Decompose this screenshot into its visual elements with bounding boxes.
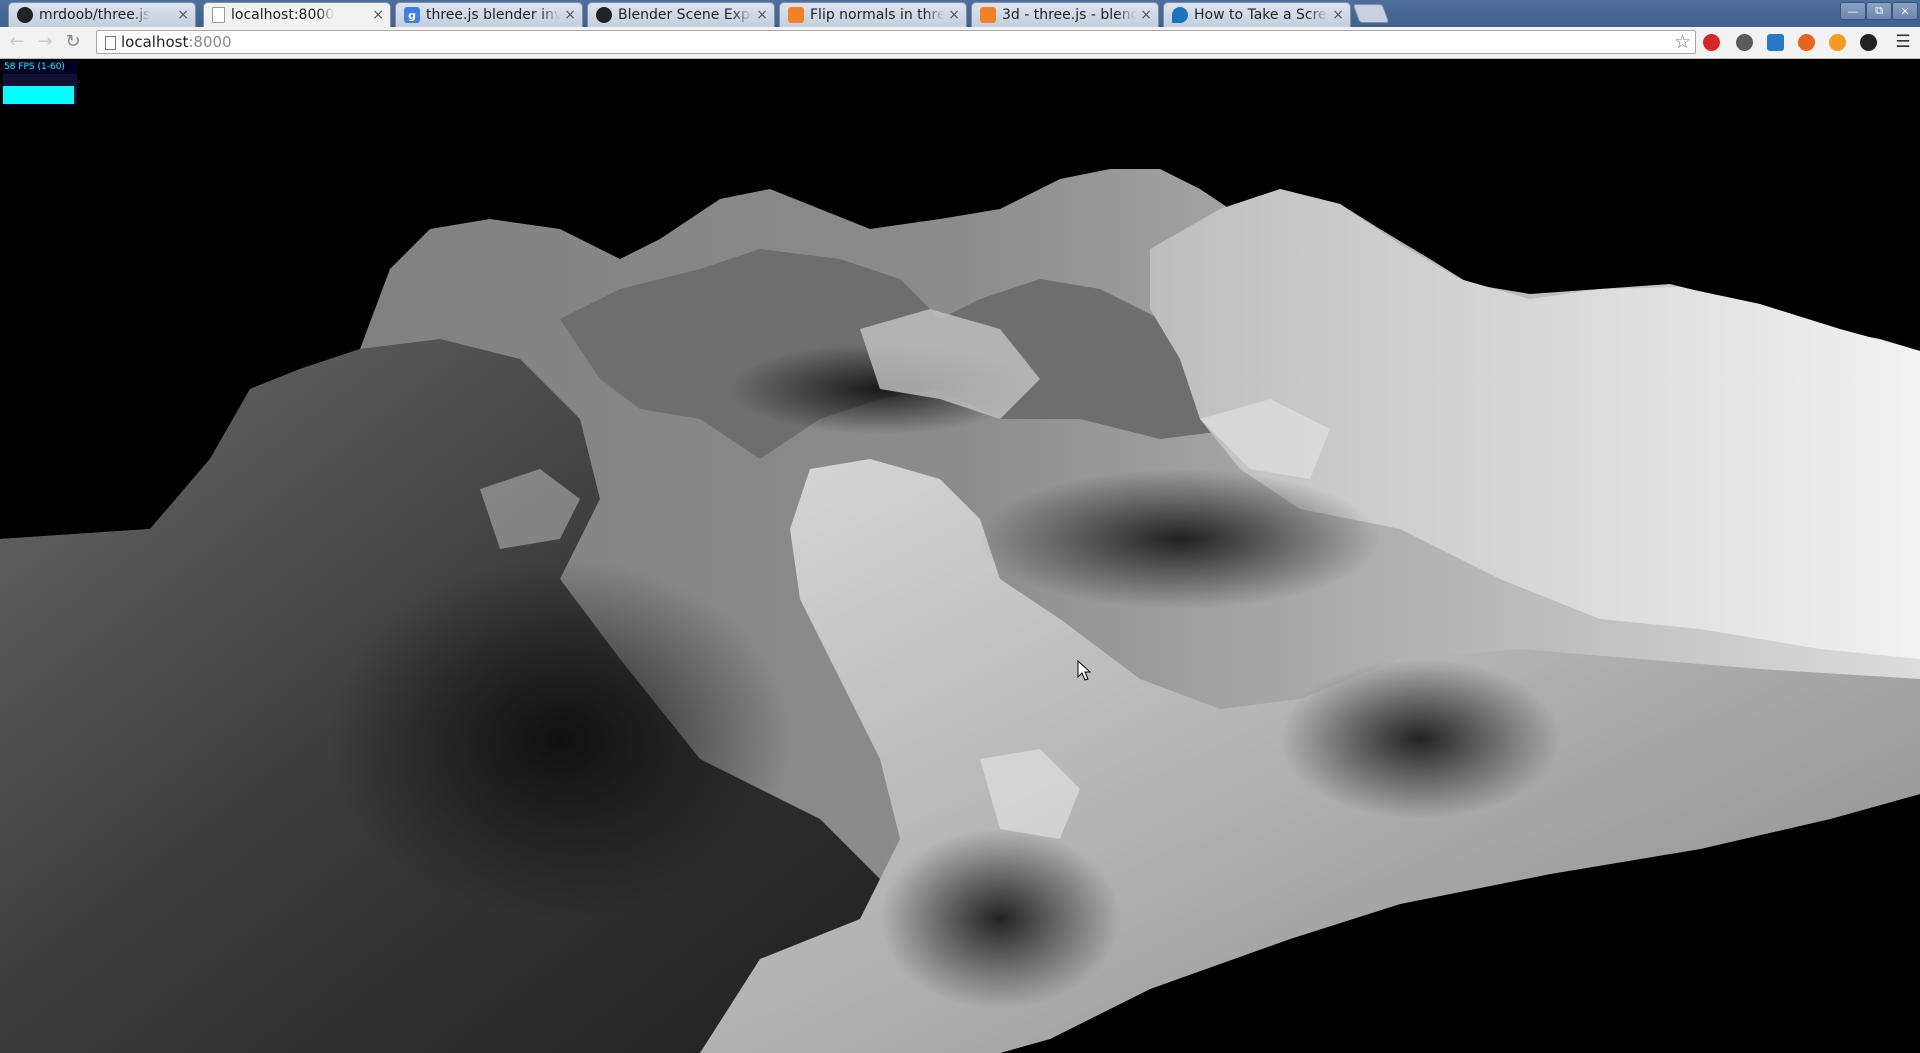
close-icon[interactable]: × bbox=[756, 7, 768, 23]
stackoverflow-icon bbox=[788, 7, 804, 23]
address-bar[interactable]: localhost:8000 ☆ bbox=[96, 30, 1696, 54]
tab-strip: mrdoob/three.js × localhost:8000 × g thr… bbox=[0, 0, 1920, 27]
tab-localhost[interactable]: localhost:8000 × bbox=[203, 2, 391, 27]
minimize-icon: — bbox=[1847, 4, 1859, 18]
close-icon[interactable]: × bbox=[1140, 7, 1152, 23]
url-host: localhost bbox=[121, 33, 189, 51]
github-icon bbox=[596, 7, 612, 23]
tab-label: Blender Scene Exporte bbox=[618, 7, 752, 23]
tab-label: three.js blender inverte bbox=[426, 7, 560, 23]
forward-arrow-icon: → bbox=[37, 31, 53, 52]
google-icon: g bbox=[404, 7, 420, 23]
tab-mrdoob-threejs[interactable]: mrdoob/three.js × bbox=[8, 2, 196, 27]
minimize-button[interactable]: — bbox=[1840, 2, 1866, 20]
tab-3d-threejs-blender[interactable]: 3d - three.js - blender × bbox=[971, 2, 1159, 27]
extension-blue-icon[interactable] bbox=[1767, 34, 1784, 51]
tab-label: Flip normals in three.js bbox=[810, 7, 944, 23]
reload-icon: ↻ bbox=[65, 31, 81, 52]
close-icon: ✕ bbox=[1900, 4, 1910, 18]
adblock-icon[interactable] bbox=[1703, 34, 1720, 51]
close-window-button[interactable]: ✕ bbox=[1892, 2, 1918, 20]
url-port: :8000 bbox=[188, 33, 232, 51]
tab-label: localhost:8000 bbox=[231, 7, 335, 23]
fps-graph-bar bbox=[3, 86, 75, 104]
page-icon bbox=[105, 36, 116, 50]
terrain-mesh bbox=[0, 169, 1920, 1053]
clock-icon[interactable] bbox=[1860, 34, 1877, 51]
close-icon[interactable]: × bbox=[564, 7, 576, 23]
browser-toolbar: ← → ↻ localhost:8000 ☆ ☰ bbox=[0, 27, 1920, 59]
close-icon[interactable]: × bbox=[177, 7, 189, 23]
stackoverflow-icon bbox=[980, 7, 996, 23]
tab-label: How to Take a Screen bbox=[1194, 7, 1328, 23]
close-icon[interactable]: × bbox=[1332, 7, 1344, 23]
fps-stats-widget[interactable]: 58 FPS (1-60) bbox=[2, 61, 78, 107]
tab-how-to-take-screenshot[interactable]: How to Take a Screen × bbox=[1163, 2, 1351, 27]
tab-google-search[interactable]: g three.js blender inverte × bbox=[395, 2, 583, 27]
github-icon bbox=[17, 7, 33, 23]
back-arrow-icon: ← bbox=[9, 31, 25, 52]
mouse-cursor-icon bbox=[1077, 660, 1092, 681]
steering-wheel-icon[interactable] bbox=[1736, 34, 1753, 51]
tab-blender-scene-exporter[interactable]: Blender Scene Exporte × bbox=[587, 2, 775, 27]
fps-label: 58 FPS (1-60) bbox=[4, 62, 65, 72]
restore-icon: ⧉ bbox=[1875, 4, 1883, 17]
fire-icon[interactable] bbox=[1798, 34, 1815, 51]
webgl-canvas[interactable]: 58 FPS (1-60) bbox=[0, 59, 1920, 1053]
tab-label: mrdoob/three.js bbox=[39, 7, 151, 23]
new-tab-button[interactable] bbox=[1352, 4, 1390, 23]
chrome-menu-icon[interactable]: ☰ bbox=[1894, 33, 1912, 51]
bookmark-star-icon[interactable]: ☆ bbox=[1674, 31, 1691, 53]
forward-button[interactable]: → bbox=[34, 32, 56, 52]
drupal-icon bbox=[1172, 7, 1188, 23]
tab-label: 3d - three.js - blender bbox=[1002, 7, 1136, 23]
tab-flip-normals[interactable]: Flip normals in three.js × bbox=[779, 2, 967, 27]
rss-icon[interactable] bbox=[1829, 34, 1846, 51]
close-icon[interactable]: × bbox=[948, 7, 960, 23]
close-icon[interactable]: × bbox=[372, 7, 384, 23]
reload-button[interactable]: ↻ bbox=[62, 32, 84, 52]
back-button[interactable]: ← bbox=[6, 32, 28, 52]
url-text[interactable]: localhost:8000 bbox=[121, 31, 232, 53]
fps-graph bbox=[3, 74, 77, 104]
restore-button[interactable]: ⧉ bbox=[1866, 2, 1892, 20]
page-icon bbox=[212, 7, 225, 23]
